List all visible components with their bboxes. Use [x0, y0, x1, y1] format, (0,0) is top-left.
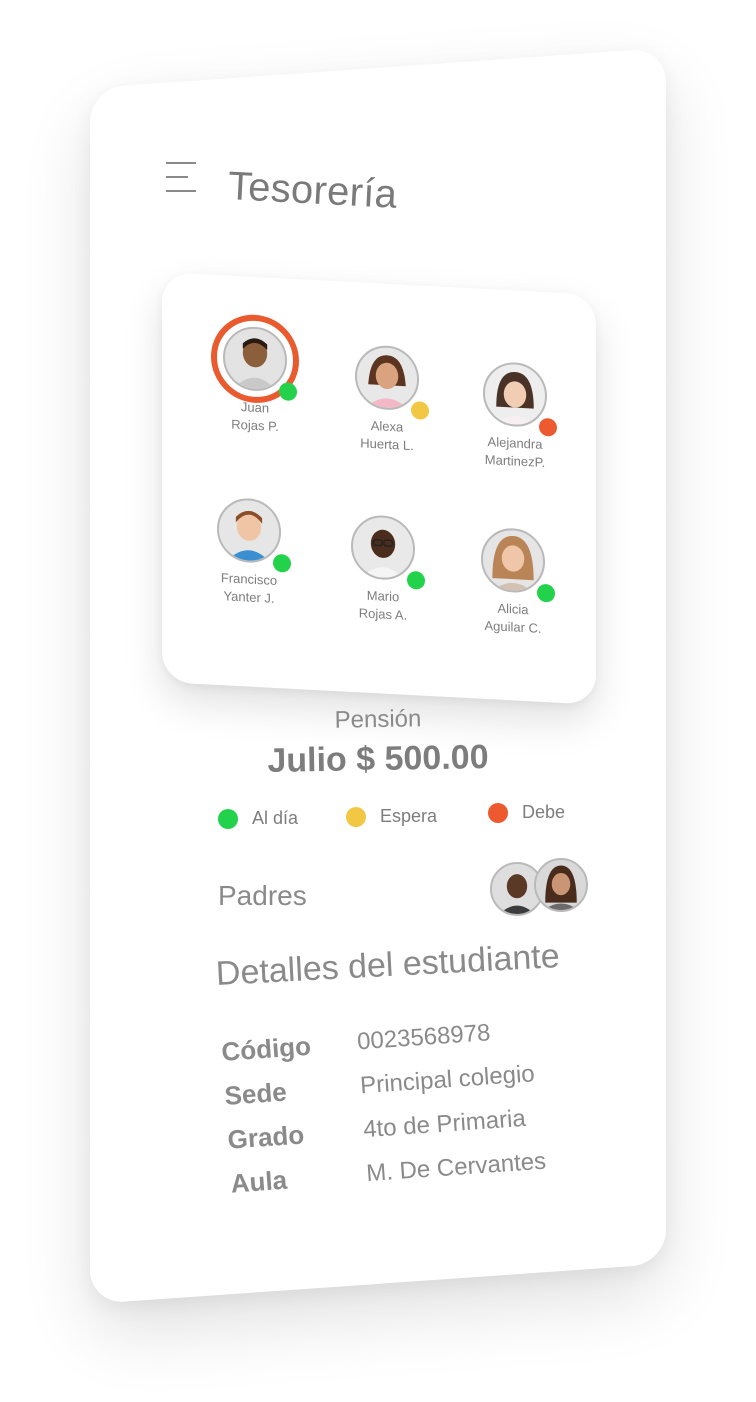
- page-title: Tesorería: [226, 164, 399, 217]
- status-dot-al-dia: [273, 553, 291, 573]
- legend-item-espera: Espera: [346, 806, 437, 827]
- status-dot-icon: [488, 802, 508, 823]
- student-avatar: [483, 360, 547, 429]
- status-dot-espera: [411, 401, 429, 420]
- student-avatar: [481, 526, 545, 595]
- student-name: Alexa Huerta L.: [360, 417, 414, 454]
- parent-mother-avatar[interactable]: [534, 858, 588, 912]
- student-alicia[interactable]: Alicia Aguilar C.: [448, 525, 578, 640]
- hamburger-menu-icon[interactable]: [166, 160, 196, 194]
- student-details: Código 0023568978 Sede Principal colegio…: [220, 1008, 548, 1206]
- status-dot-al-dia: [537, 583, 555, 603]
- student-avatar: [217, 496, 281, 565]
- student-alexa[interactable]: Alexa Huerta L.: [322, 342, 452, 457]
- legend-item-debe: Debe: [488, 802, 565, 823]
- student-juan[interactable]: Juan Rojas P.: [190, 312, 320, 438]
- student-avatar: [355, 344, 419, 412]
- padres-label: Padres: [218, 880, 307, 911]
- student-avatar: [351, 513, 415, 582]
- student-mario[interactable]: Mario Rojas A.: [318, 512, 448, 627]
- status-dot-icon: [218, 808, 238, 829]
- student-francisco[interactable]: Francisco Yanter J.: [184, 495, 314, 610]
- legend-item-al-dia: Al día: [218, 808, 298, 829]
- student-name: Alejandra MartinezP.: [484, 434, 546, 471]
- student-alejandra[interactable]: Alejandra MartinezP.: [450, 359, 580, 474]
- status-dot-debe: [539, 417, 557, 437]
- status-dot-icon: [346, 806, 366, 827]
- student-name: Mario Rojas A.: [358, 587, 408, 623]
- students-card: Juan Rojas P. Alexa Huerta L. Alejandra Mar…: [162, 272, 596, 705]
- student-name: Francisco Yanter J.: [220, 570, 278, 606]
- status-dot-al-dia: [279, 382, 297, 402]
- status-dot-al-dia: [407, 570, 425, 590]
- student-name: Alicia Aguilar C.: [484, 600, 542, 636]
